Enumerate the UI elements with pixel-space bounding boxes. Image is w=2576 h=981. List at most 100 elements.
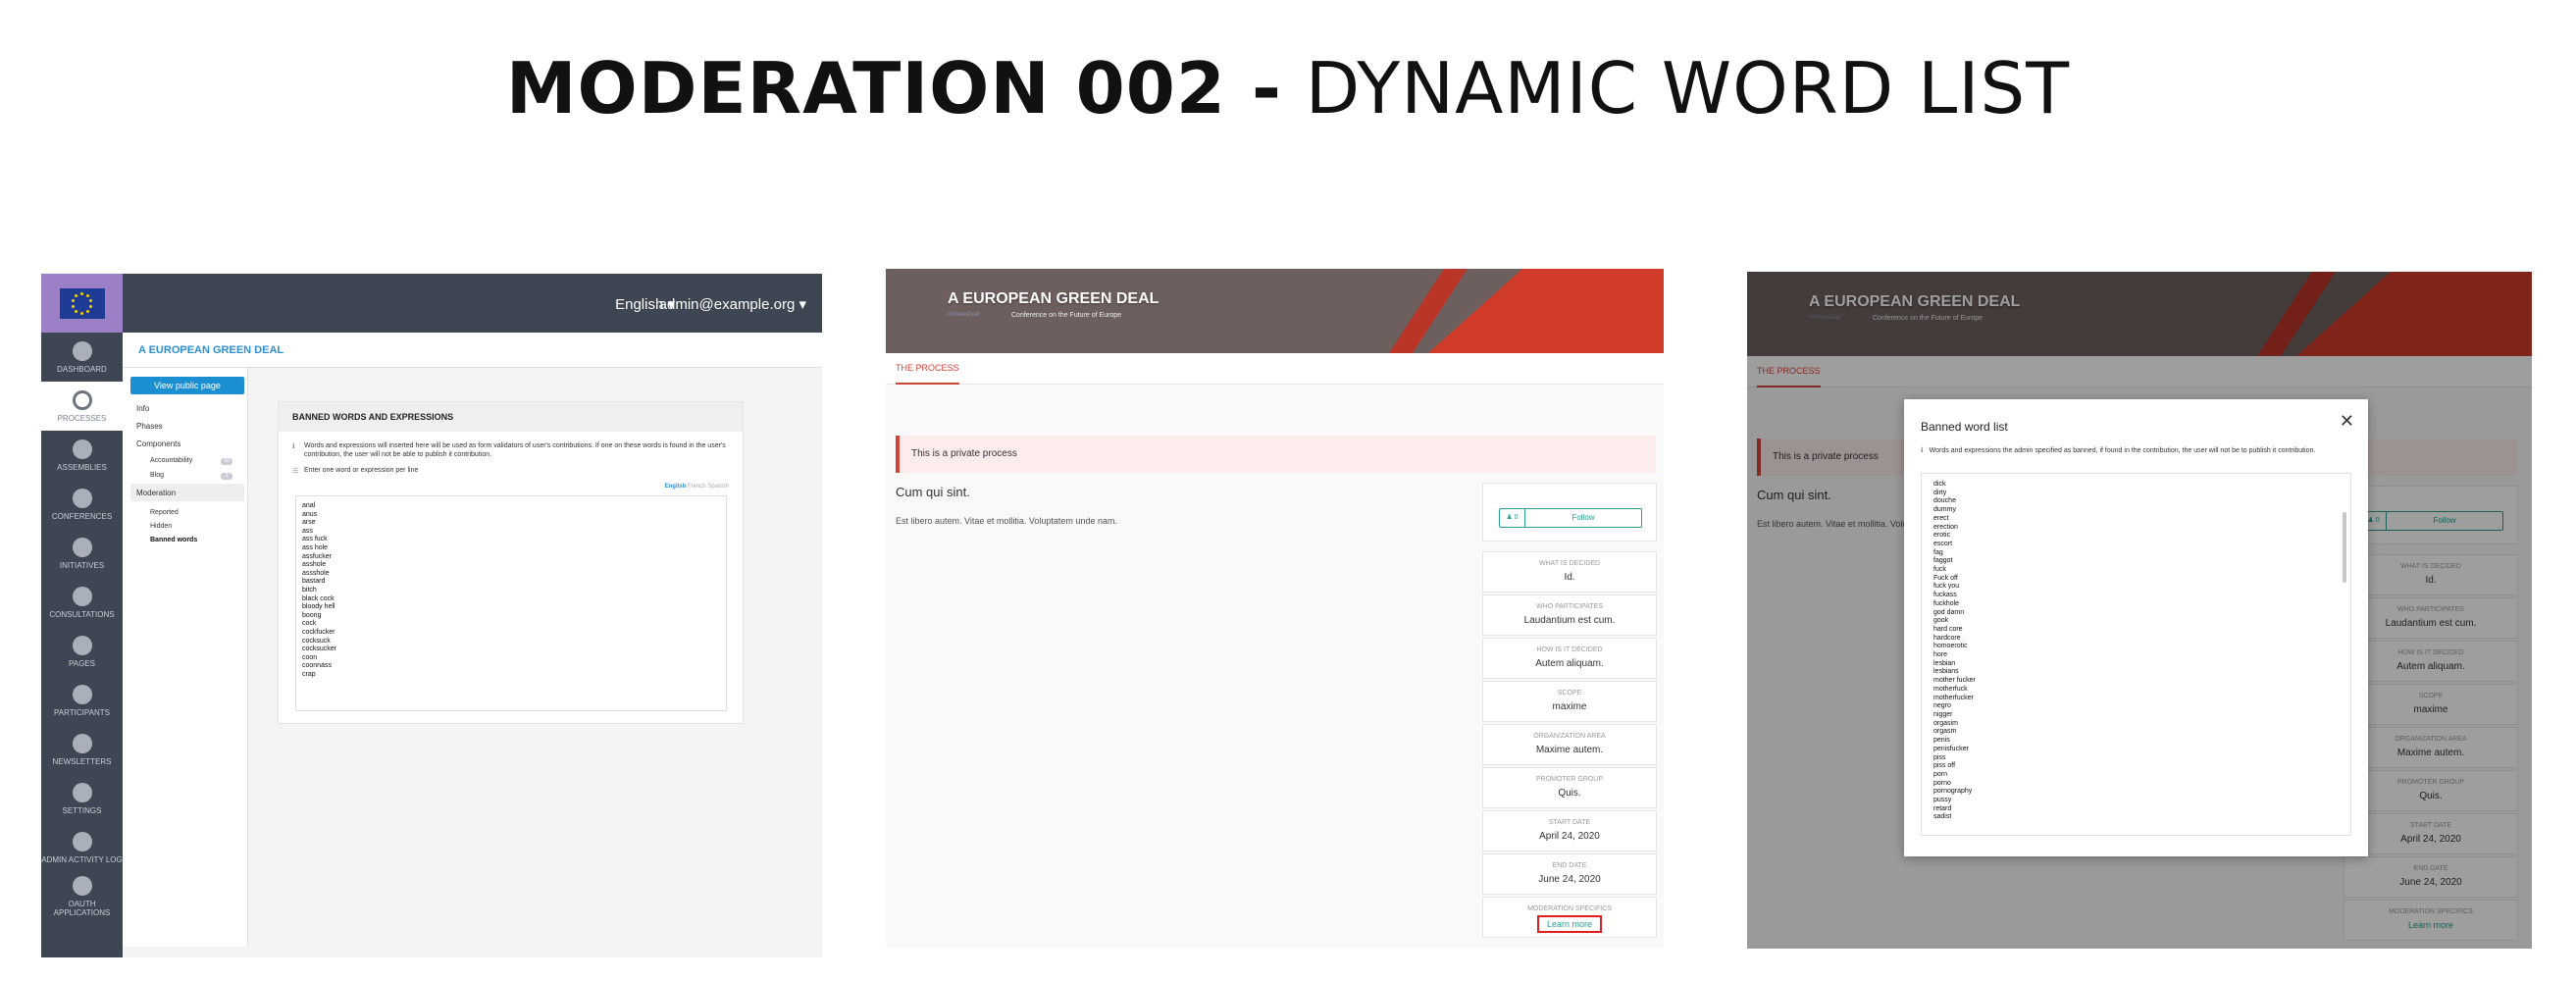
tab-the-process[interactable]: THE PROCESS: [896, 363, 959, 385]
meta-value: Maxime autem.: [1535, 745, 1604, 755]
banned-word-list-modal: Banned word list ✕ ℹ Words and expression…: [1904, 399, 2368, 856]
private-process-callout: This is a private process: [896, 436, 1656, 473]
public-process-screenshot: A EUROPEAN GREEN DEAL #GreenDeal Confere…: [886, 269, 1664, 948]
nav-processes[interactable]: PROCESSES: [41, 382, 123, 431]
lang-tab-english[interactable]: English: [665, 484, 687, 490]
eu-flag-icon: [59, 287, 105, 319]
meta-key: WHO PARTICIPATES: [1536, 603, 1603, 610]
meta-end-date: END DATE June 24, 2020: [1482, 853, 1657, 895]
nav-admin-activity-log[interactable]: ADMIN ACTIVITY LOG: [41, 823, 123, 872]
admin-panel-screenshot: DASHBOARD PROCESSES ASSEMBLIES CONFERENC…: [41, 274, 822, 957]
info-icon: ℹ: [292, 443, 295, 450]
lang-tab-others[interactable]: French Spanish: [686, 484, 729, 490]
subnav-blog[interactable]: Blog: [150, 472, 164, 479]
follow-button[interactable]: ♟ 0 Follow: [1499, 508, 1642, 528]
admin-topbar: English ▾ admin@example.org ▾: [123, 274, 822, 333]
subnav-banned-words[interactable]: Banned words: [150, 537, 197, 543]
breadcrumb: A EUROPEAN GREEN DEAL: [123, 333, 822, 368]
meta-key: SCOPE: [1557, 690, 1582, 697]
meta-key: WHAT IS DECIDED: [1539, 560, 1600, 567]
meta-key: HOW IS IT DECIDED: [1536, 646, 1603, 653]
banned-words-card: BANNED WORDS AND EXPRESSIONS ℹ Words and…: [278, 401, 744, 724]
nav-oauth-applications[interactable]: OAUTH APPLICATIONS: [41, 872, 123, 921]
meta-scope: SCOPE maxime: [1482, 681, 1657, 722]
eu-logo[interactable]: [41, 274, 123, 333]
process-hero: A EUROPEAN GREEN DEAL #GreenDeal Confere…: [886, 269, 1664, 353]
subnav-moderation[interactable]: Moderation: [136, 489, 176, 497]
learn-more-link[interactable]: Learn more: [1536, 915, 1603, 933]
subnav-info[interactable]: Info: [136, 404, 149, 413]
initiatives-icon: [72, 537, 92, 557]
banned-words-textarea[interactable]: anal anus arse ass ass fuck ass hole ass…: [295, 495, 727, 711]
nav-label: PAGES: [69, 658, 95, 668]
blog-badge: 3: [221, 473, 232, 480]
nav-participants[interactable]: PARTICIPANTS: [41, 676, 123, 725]
modal-info: ℹ Words and expressions the admin specifi…: [1921, 446, 2315, 454]
meta-value: June 24, 2020: [1538, 874, 1601, 885]
meta-who-participates: WHO PARTICIPATES Laudantium est cum.: [1482, 594, 1657, 636]
accountability-badge: 16: [221, 458, 232, 465]
meta-key: ORGANIZATION AREA: [1533, 733, 1606, 740]
participants-icon: [72, 684, 92, 704]
card-hint: Enter one word or expression per line: [304, 467, 419, 474]
nav-assemblies[interactable]: ASSEMBLIES: [41, 431, 123, 480]
scrollbar[interactable]: [2343, 512, 2346, 583]
view-public-page-button[interactable]: View public page: [130, 377, 244, 394]
process-subnav: View public page Info Phases Components …: [123, 368, 248, 947]
meta-value: April 24, 2020: [1539, 831, 1600, 842]
meta-value: Laudantium est cum.: [1523, 615, 1616, 626]
banned-word-modal-screenshot: A EUROPEAN GREEN DEAL #GreenDeal Confere…: [1747, 272, 2532, 949]
subnav-hidden[interactable]: Hidden: [150, 523, 172, 530]
meta-value: Autem aliquam.: [1535, 658, 1604, 669]
assemblies-icon: [72, 439, 92, 459]
process-title: Cum qui sint.: [896, 485, 970, 499]
nav-consultations[interactable]: CONSULTATIONS: [41, 578, 123, 627]
meta-key: END DATE: [1552, 862, 1587, 869]
process-tabs: THE PROCESS: [886, 353, 1664, 385]
nav-label: OAUTH APPLICATIONS: [53, 900, 111, 917]
banned-word-list[interactable]: dick dirty douche dummy erect erection e…: [1921, 473, 2351, 836]
subnav-accountability[interactable]: Accountability: [150, 457, 192, 464]
subnav-reported[interactable]: Reported: [150, 509, 179, 516]
nav-dashboard[interactable]: DASHBOARD: [41, 333, 123, 382]
meta-how-is-it-decided: HOW IS IT DECIDED Autem aliquam.: [1482, 638, 1657, 679]
nav-initiatives[interactable]: INITIATIVES: [41, 529, 123, 578]
modal-info-text: Words and expressions the admin specifie…: [1929, 447, 2316, 454]
meta-promoter-group: PROMOTER GROUP Quis.: [1482, 767, 1657, 808]
nav-settings[interactable]: SETTINGS: [41, 774, 123, 823]
pages-icon: [72, 635, 92, 655]
nav-pages[interactable]: PAGES: [41, 627, 123, 676]
info-icon: ℹ: [1921, 447, 1924, 454]
meta-key: START DATE: [1548, 819, 1591, 826]
subnav-components[interactable]: Components: [136, 439, 180, 448]
nav-label: ASSEMBLIES: [57, 462, 107, 472]
meta-key: PROMOTER GROUP: [1535, 776, 1604, 783]
nav-label: PROCESSES: [57, 413, 107, 423]
nav-conferences[interactable]: CONFERENCES: [41, 480, 123, 529]
admin-sidebar: DASHBOARD PROCESSES ASSEMBLIES CONFERENC…: [41, 274, 123, 957]
close-icon[interactable]: ✕: [2340, 411, 2354, 432]
card-help-text: Words and expressions will inserted here…: [304, 442, 726, 458]
nav-label: CONFERENCES: [51, 511, 113, 521]
meta-moderation-specifics: MODERATION SPECIFICS Learn more: [1482, 897, 1657, 938]
meta-organization-area: ORGANIZATION AREA Maxime autem.: [1482, 724, 1657, 765]
nav-label: CONSULTATIONS: [49, 609, 115, 619]
user-menu[interactable]: admin@example.org ▾: [659, 295, 806, 313]
meta-value: maxime: [1552, 701, 1587, 712]
modal-title: Banned word list: [1921, 420, 2008, 434]
nav-label: DASHBOARD: [57, 364, 107, 374]
meta-start-date: START DATE April 24, 2020: [1482, 810, 1657, 852]
hero-decoration: [1428, 269, 1664, 353]
consultations-icon: [72, 586, 92, 606]
nav-label: SETTINGS: [62, 805, 102, 815]
breadcrumb-process[interactable]: A EUROPEAN GREEN DEAL: [138, 344, 283, 356]
activity-log-icon: [72, 831, 92, 852]
hero-hashtag[interactable]: #GreenDeal: [948, 312, 979, 318]
wrench-icon: [72, 782, 92, 802]
hero-title: A EUROPEAN GREEN DEAL: [948, 290, 1159, 307]
subnav-phases[interactable]: Phases: [136, 422, 163, 431]
follow-box: ♟ 0 Follow: [1482, 483, 1657, 542]
page-title: MODERATION 002 - DYNAMIC WORD LIST: [505, 47, 2071, 129]
newsletters-icon: [72, 733, 92, 753]
nav-newsletters[interactable]: NEWSLETTERS: [41, 725, 123, 774]
